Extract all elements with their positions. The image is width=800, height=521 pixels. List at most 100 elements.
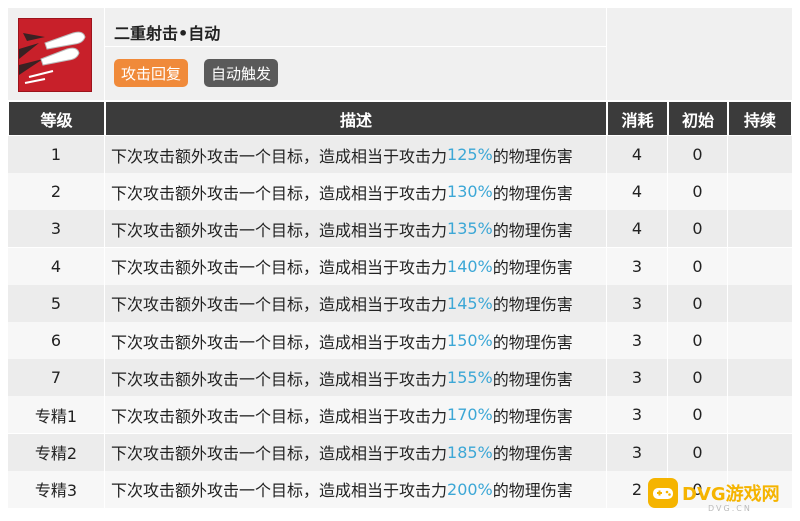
description-suffix: 的物理伤害: [492, 183, 573, 203]
description-suffix: 的物理伤害: [492, 258, 573, 278]
cell-description: 下次攻击额外攻击一个目标，造成相当于攻击力 170% 的物理伤害: [105, 396, 607, 434]
cell-description: 下次攻击额外攻击一个目标，造成相当于攻击力 130% 的物理伤害: [105, 173, 607, 211]
header-description: 描述: [105, 101, 607, 136]
cell-description: 下次攻击额外攻击一个目标，造成相当于攻击力 155% 的物理伤害: [105, 359, 607, 397]
cell-duration: [728, 136, 792, 173]
description-suffix: 的物理伤害: [492, 481, 573, 501]
description-prefix: 下次攻击额外攻击一个目标，造成相当于攻击力: [111, 369, 448, 389]
damage-percent: 200%: [447, 479, 493, 499]
damage-percent: 135%: [447, 219, 493, 239]
cell-description: 下次攻击额外攻击一个目标，造成相当于攻击力 150% 的物理伤害: [105, 322, 607, 359]
cell-initial: 0: [668, 173, 728, 211]
cell-level: 专精1: [8, 396, 105, 434]
watermark-text: DVG游戏网: [682, 484, 780, 505]
cell-duration: [728, 285, 792, 322]
description-suffix: 的物理伤害: [492, 146, 573, 166]
damage-percent: 140%: [447, 256, 493, 276]
cell-duration: [728, 359, 792, 396]
cell-cost: 4: [607, 210, 668, 248]
description-prefix: 下次攻击额外攻击一个目标，造成相当于攻击力: [111, 183, 448, 203]
damage-percent: 155%: [447, 368, 493, 388]
damage-percent: 125%: [447, 145, 493, 164]
cell-duration: [728, 173, 792, 210]
cell-initial: 0: [668, 359, 728, 397]
damage-percent: 185%: [447, 442, 493, 462]
cell-initial: 0: [668, 247, 728, 285]
cell-description: 下次攻击额外攻击一个目标，造成相当于攻击力 145% 的物理伤害: [105, 284, 607, 322]
table-row: 1 下次攻击额外攻击一个目标，造成相当于攻击力 125% 的物理伤害 4 0: [8, 136, 792, 173]
description-prefix: 下次攻击额外攻击一个目标，造成相当于攻击力: [111, 332, 448, 352]
cell-description: 下次攻击额外攻击一个目标，造成相当于攻击力 140% 的物理伤害: [105, 247, 607, 285]
description-suffix: 的物理伤害: [492, 295, 573, 315]
damage-percent: 170%: [447, 405, 493, 425]
cell-initial: 0: [668, 322, 728, 359]
description-suffix: 的物理伤害: [492, 369, 573, 389]
cell-initial: 0: [668, 433, 728, 471]
damage-percent: 150%: [447, 331, 493, 350]
cell-level: 1: [8, 136, 105, 173]
table-row: 5 下次攻击额外攻击一个目标，造成相当于攻击力 145% 的物理伤害 3 0: [8, 284, 792, 322]
table-row: 专精2 下次攻击额外攻击一个目标，造成相当于攻击力 185% 的物理伤害 3 0: [8, 433, 792, 471]
cell-duration: [728, 434, 792, 471]
description-suffix: 的物理伤害: [492, 406, 573, 426]
description-prefix: 下次攻击额外攻击一个目标，造成相当于攻击力: [111, 146, 448, 166]
table-row: 4 下次攻击额外攻击一个目标，造成相当于攻击力 140% 的物理伤害 3 0: [8, 247, 792, 285]
header-duration: 持续: [728, 101, 792, 136]
cell-level: 专精2: [8, 433, 105, 471]
cell-level: 5: [8, 284, 105, 322]
cell-description: 下次攻击额外攻击一个目标，造成相当于攻击力 185% 的物理伤害: [105, 433, 607, 471]
description-prefix: 下次攻击额外攻击一个目标，造成相当于攻击力: [111, 444, 448, 464]
description-prefix: 下次攻击额外攻击一个目标，造成相当于攻击力: [111, 295, 448, 315]
cell-initial: 0: [668, 284, 728, 322]
tag-attack-recovery: 攻击回复: [114, 59, 189, 87]
cell-cost: 4: [607, 136, 668, 173]
table-row: 3 下次攻击额外攻击一个目标，造成相当于攻击力 135% 的物理伤害 4 0: [8, 210, 792, 248]
header-cost: 消耗: [607, 101, 668, 136]
header-level: 等级: [8, 101, 105, 136]
cell-cost: 4: [607, 173, 668, 211]
cell-duration: [728, 210, 792, 247]
cell-cost: 3: [607, 247, 668, 285]
description-suffix: 的物理伤害: [492, 332, 573, 352]
skill-name: 二重射击•自动: [114, 24, 221, 43]
watermark-subtext: DVG.CN: [708, 504, 752, 513]
description-prefix: 下次攻击额外攻击一个目标，造成相当于攻击力: [111, 220, 448, 240]
watermark: DVG游戏网 DVG.CN: [648, 474, 796, 516]
cell-level: 7: [8, 359, 105, 397]
cell-level: 2: [8, 173, 105, 211]
header-initial: 初始: [668, 101, 728, 136]
cell-description: 下次攻击额外攻击一个目标，造成相当于攻击力 135% 的物理伤害: [105, 210, 607, 248]
table-row: 6 下次攻击额外攻击一个目标，造成相当于攻击力 150% 的物理伤害 3 0: [8, 322, 792, 359]
table-row: 专精1 下次攻击额外攻击一个目标，造成相当于攻击力 170% 的物理伤害 3 0: [8, 396, 792, 434]
description-prefix: 下次攻击额外攻击一个目标，造成相当于攻击力: [111, 481, 448, 501]
cell-level: 专精3: [8, 470, 105, 508]
cell-initial: 0: [668, 210, 728, 248]
cell-level: 4: [8, 247, 105, 285]
cell-initial: 0: [668, 396, 728, 434]
cell-cost: 3: [607, 322, 668, 359]
skill-name-divider: [105, 46, 606, 47]
skill-right-divider: [606, 8, 607, 100]
cell-level: 3: [8, 210, 105, 248]
table-row: 2 下次攻击额外攻击一个目标，造成相当于攻击力 130% 的物理伤害 4 0: [8, 173, 792, 211]
damage-percent: 145%: [447, 293, 493, 313]
cell-cost: 3: [607, 396, 668, 434]
cell-description: 下次攻击额外攻击一个目标，造成相当于攻击力 200% 的物理伤害: [105, 470, 607, 508]
cell-duration: [728, 322, 792, 359]
cell-initial: 0: [668, 136, 728, 173]
cell-duration: [728, 248, 792, 285]
gamepad-icon: [648, 478, 678, 508]
skill-bullets-icon: [18, 18, 92, 92]
table-row: 7 下次攻击额外攻击一个目标，造成相当于攻击力 155% 的物理伤害 3 0: [8, 359, 792, 397]
tag-auto-trigger: 自动触发: [204, 59, 279, 87]
cell-level: 6: [8, 322, 105, 359]
description-prefix: 下次攻击额外攻击一个目标，造成相当于攻击力: [111, 406, 448, 426]
cell-description: 下次攻击额外攻击一个目标，造成相当于攻击力 125% 的物理伤害: [105, 136, 607, 173]
description-suffix: 的物理伤害: [492, 444, 573, 464]
description-prefix: 下次攻击额外攻击一个目标，造成相当于攻击力: [111, 258, 448, 278]
cell-cost: 3: [607, 433, 668, 471]
damage-percent: 130%: [447, 182, 493, 202]
cell-cost: 3: [607, 284, 668, 322]
cell-cost: 3: [607, 359, 668, 397]
description-suffix: 的物理伤害: [492, 220, 573, 240]
